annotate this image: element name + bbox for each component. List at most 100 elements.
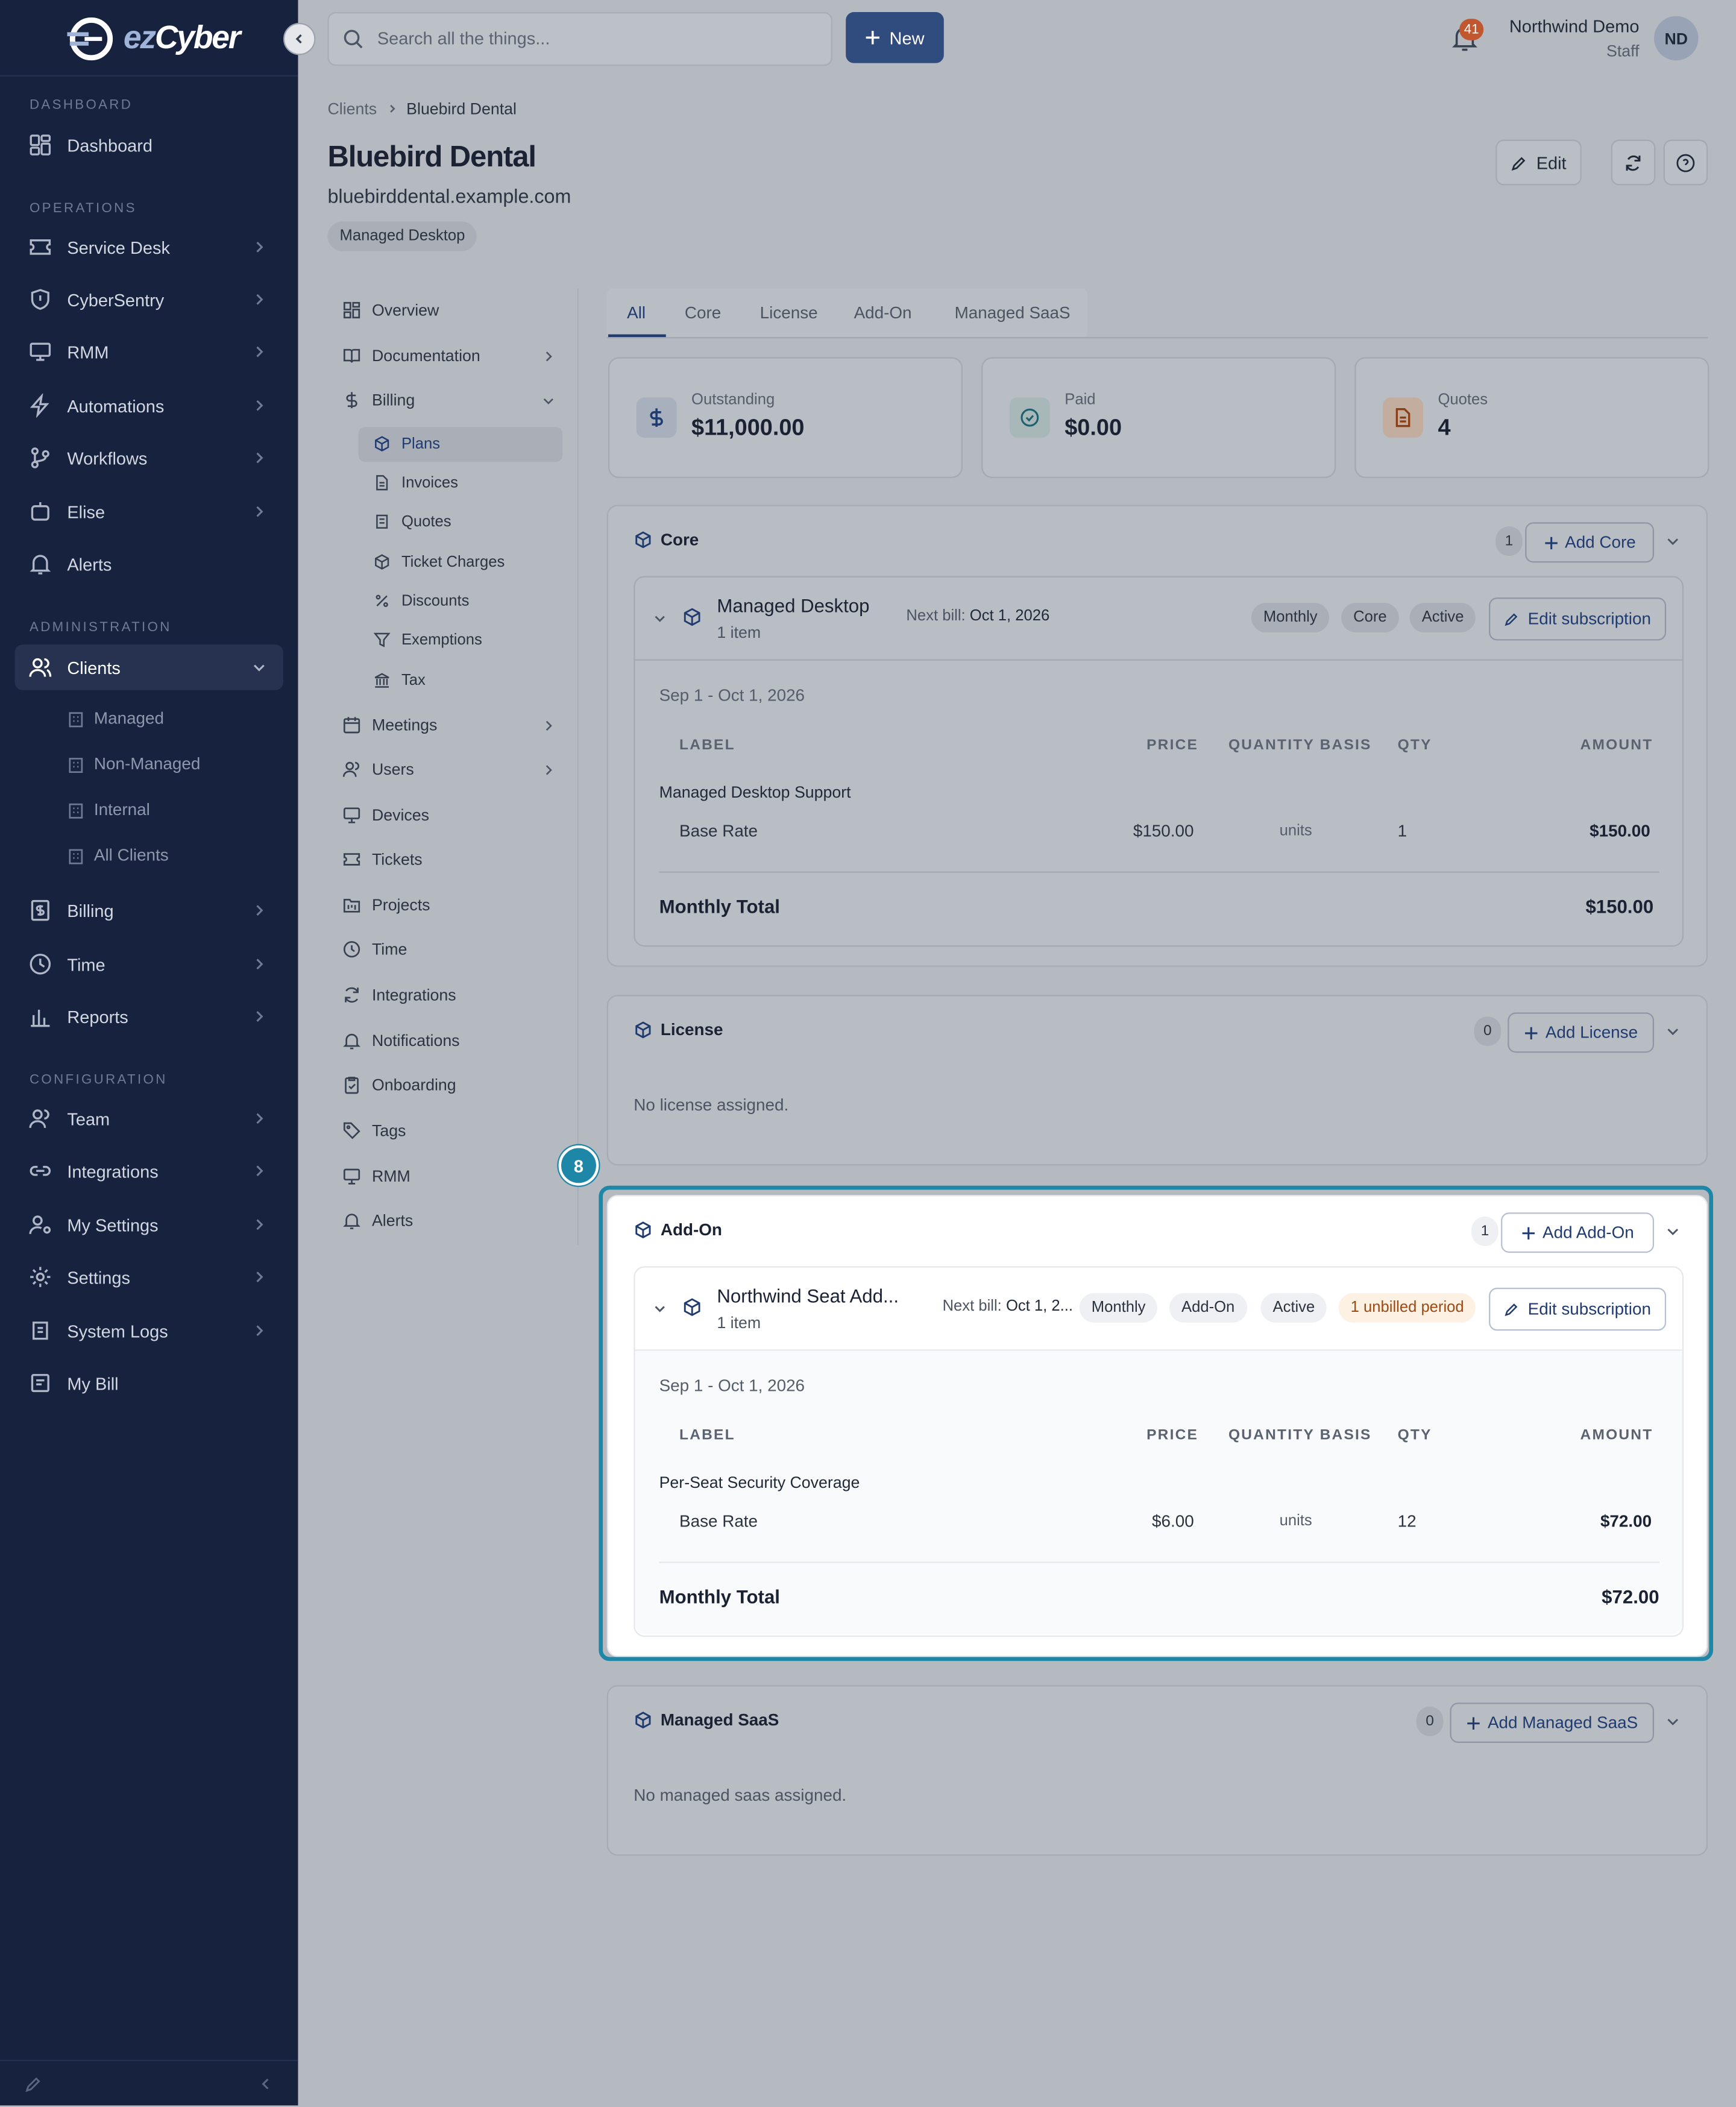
license-section: License 0 Add License No license assigne…	[606, 995, 1708, 1166]
chevron-down-icon[interactable]	[1665, 1023, 1681, 1039]
sidebar-item-settings[interactable]: Settings	[15, 1254, 283, 1300]
sidebar-subitem-all-clients[interactable]: All Clients	[67, 846, 169, 865]
subnav-documentation[interactable]: Documentation	[342, 347, 480, 365]
client-domain: bluebirddental.example.com	[327, 186, 571, 209]
subnav-projects[interactable]: Projects	[342, 896, 430, 915]
chevron-right-icon	[546, 765, 552, 775]
chevron-right-icon	[389, 104, 395, 113]
monitor-icon	[30, 342, 51, 361]
add-addon-button[interactable]: Add Add-On	[1501, 1212, 1655, 1253]
scroll-icon	[376, 514, 388, 529]
col-label: LABEL	[679, 1427, 735, 1444]
subnav-discounts[interactable]: Discounts	[373, 592, 469, 609]
sidebar-item-automations[interactable]: Automations	[15, 383, 283, 429]
sidebar-item-rmm[interactable]: RMM	[15, 329, 283, 375]
subnav-overview[interactable]: Overview	[342, 301, 439, 320]
subnav-alerts[interactable]: Alerts	[342, 1211, 413, 1230]
subnav-onboarding[interactable]: Onboarding	[342, 1076, 456, 1094]
sidebar-subitem-internal[interactable]: Internal	[67, 800, 150, 819]
sidebar-collapse-button[interactable]	[283, 22, 316, 55]
tab-managed-saas[interactable]: Managed SaaS	[955, 303, 1071, 322]
sidebar-item-billing[interactable]: Billing	[15, 887, 283, 933]
breadcrumb-clients[interactable]: Clients	[327, 99, 377, 118]
subnav-time[interactable]: Time	[342, 940, 407, 959]
chevron-down-icon[interactable]	[652, 1301, 667, 1316]
new-button[interactable]: New	[846, 12, 944, 63]
chevron-right-icon	[256, 1325, 263, 1337]
subnav-exemptions[interactable]: Exemptions	[373, 631, 482, 649]
brand-logo[interactable]: ezCyber	[67, 16, 241, 62]
chevron-right-icon	[256, 506, 263, 517]
refresh-button[interactable]	[1611, 139, 1656, 186]
subnav-ticket-charges[interactable]: Ticket Charges	[373, 553, 505, 571]
subnav-rmm[interactable]: RMM	[342, 1167, 410, 1186]
sidebar-item-cybersentry[interactable]: CyberSentry	[15, 277, 283, 323]
sidebar-item-clients[interactable]: Clients	[14, 644, 283, 690]
chevron-right-icon	[256, 1219, 263, 1230]
sidebar-item-system-logs[interactable]: System Logs	[15, 1308, 283, 1353]
edit-client-button[interactable]: Edit	[1495, 139, 1582, 186]
page-title: Bluebird Dental	[327, 139, 536, 174]
chevron-right-icon	[256, 905, 263, 916]
tab-addon[interactable]: Add-On	[854, 303, 912, 322]
chevron-right-icon	[256, 959, 263, 970]
section-label-configuration: CONFIGURATION	[30, 1072, 168, 1088]
sidebar-subitem-managed[interactable]: Managed	[67, 709, 164, 728]
chevron-down-icon[interactable]	[1665, 1713, 1681, 1730]
sidebar-item-reports[interactable]: Reports	[15, 994, 283, 1039]
avatar[interactable]: ND	[1654, 16, 1699, 61]
tab-core[interactable]: Core	[685, 303, 721, 322]
team-icon	[29, 1109, 49, 1129]
col-amount: AMOUNT	[1580, 737, 1653, 754]
subnav-tax[interactable]: Tax	[373, 672, 426, 689]
subnav-quotes[interactable]: Quotes	[373, 513, 451, 531]
subnav-invoices[interactable]: Invoices	[373, 474, 458, 491]
sidebar-item-workflows[interactable]: Workflows	[15, 435, 283, 481]
line-group-label: Managed Desktop Support	[659, 783, 851, 802]
tab-license[interactable]: License	[760, 303, 818, 322]
chevron-down-icon[interactable]	[1665, 533, 1681, 549]
sidebar-item-my-settings[interactable]: My Settings	[15, 1202, 283, 1247]
tab-all[interactable]: All	[627, 303, 646, 322]
dollar-icon	[636, 397, 677, 438]
subnav-tags[interactable]: Tags	[342, 1121, 406, 1140]
subnav-plans[interactable]: Plans	[373, 435, 440, 453]
chevron-down-icon[interactable]	[1665, 1223, 1681, 1239]
building-icon	[69, 757, 83, 772]
global-search[interactable]: Search all the things...	[327, 12, 832, 66]
collapse-sidebar-icon[interactable]	[258, 2076, 274, 2092]
subnav-meetings[interactable]: Meetings	[342, 716, 437, 734]
user-name[interactable]: Northwind Demo	[1509, 16, 1640, 36]
sidebar-item-elise[interactable]: Elise	[15, 489, 283, 535]
subnav-devices[interactable]: Devices	[342, 805, 429, 825]
sidebar-subitem-non-managed[interactable]: Non-Managed	[67, 755, 200, 773]
subnav-integrations[interactable]: Integrations	[342, 986, 456, 1004]
pencil-icon[interactable]	[24, 2074, 43, 2093]
search-icon	[344, 30, 363, 49]
add-license-button[interactable]: Add License	[1508, 1012, 1655, 1053]
help-button[interactable]	[1663, 139, 1708, 186]
sidebar-item-time[interactable]: Time	[15, 941, 283, 987]
edit-subscription-button[interactable]: Edit subscription	[1489, 1287, 1666, 1331]
sidebar-item-dashboard[interactable]: Dashboard	[15, 122, 283, 168]
edit-subscription-button[interactable]: Edit subscription	[1489, 597, 1666, 641]
plus-icon	[1544, 536, 1557, 549]
ticket-icon	[30, 239, 51, 255]
chevron-down-icon[interactable]	[652, 611, 667, 626]
add-core-button[interactable]: Add Core	[1525, 522, 1655, 563]
subnav-tickets[interactable]: Tickets	[342, 850, 423, 869]
subnav-notifications[interactable]: Notifications	[342, 1031, 460, 1050]
core-count-badge: 1	[1495, 526, 1523, 556]
subnav-billing[interactable]: Billing	[342, 391, 415, 409]
sidebar-item-my-bill[interactable]: My Bill	[15, 1360, 283, 1406]
sidebar-item-integrations[interactable]: Integrations	[15, 1148, 283, 1194]
monthly-total-label: Monthly Total	[659, 895, 780, 918]
search-input[interactable]: Search all the things...	[377, 28, 550, 48]
link-icon	[30, 1165, 51, 1176]
add-managed-saas-button[interactable]: Add Managed SaaS	[1450, 1702, 1655, 1743]
sidebar-item-alerts[interactable]: Alerts	[15, 541, 283, 587]
dollar-icon	[346, 392, 357, 409]
sidebar-item-service-desk[interactable]: Service Desk	[15, 224, 283, 270]
sidebar-item-team[interactable]: Team	[15, 1095, 283, 1141]
subnav-users[interactable]: Users	[342, 760, 414, 779]
